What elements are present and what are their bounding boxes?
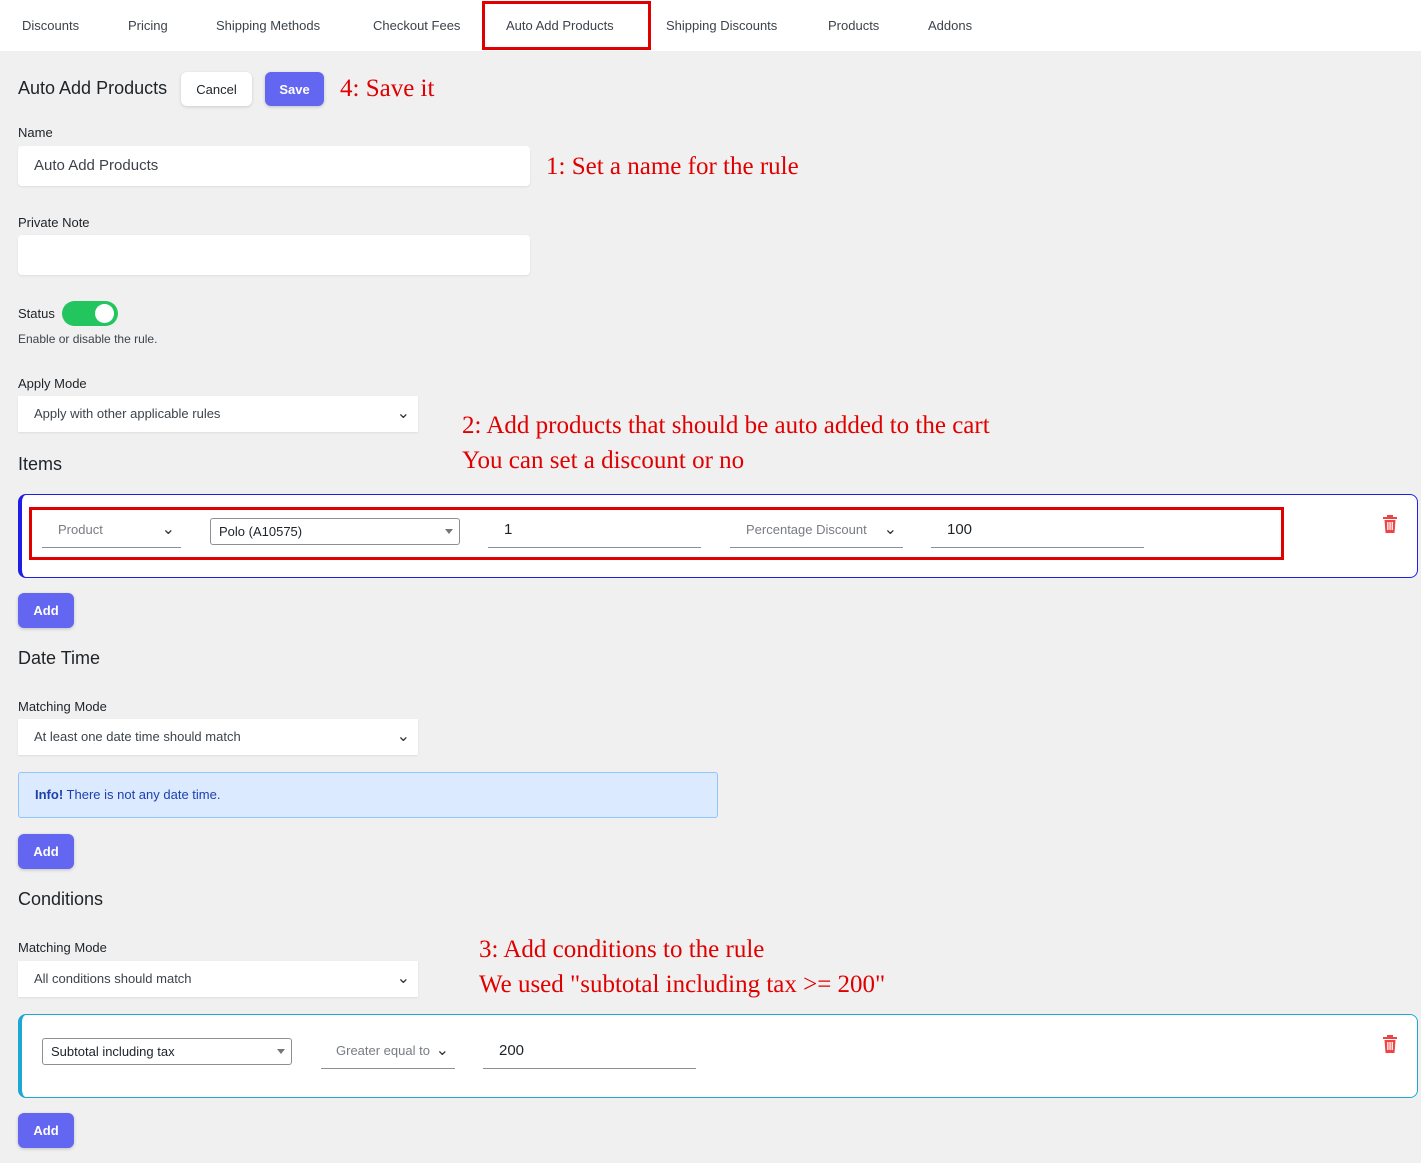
add-date-time-button[interactable]: Add [18,834,74,869]
tab-addons[interactable]: Addons [928,0,972,51]
discount-type-value: Percentage Discount [746,522,867,537]
condition-value-input[interactable]: 200 [483,1035,696,1069]
chevron-down-icon: ⌄ [161,521,175,538]
private-note-input[interactable] [18,235,530,275]
name-label: Name [18,125,53,140]
date-time-info-box: Info! There is not any date time. [18,772,718,818]
item-type-value: Product [58,522,103,537]
conditions-heading: Conditions [18,889,104,909]
condition-operator-select[interactable]: Greater equal to ⌄ [321,1035,455,1069]
status-hint: Enable or disable the rule. [18,332,158,346]
annotation-cond-2: We used "subtotal including tax >= 200" [479,971,886,998]
delete-condition-trash-icon[interactable] [1382,1035,1398,1053]
apply-mode-select[interactable]: Apply with other applicable rules ⌄ [18,396,418,432]
annotation-items-1: 2: Add products that should be auto adde… [462,412,990,439]
caret-down-icon [445,529,453,534]
save-button[interactable]: Save [265,72,324,106]
private-note-label: Private Note [18,215,90,230]
annotation-cond-1: 3: Add conditions to the rule [479,936,765,963]
info-text: There is not any date time. [66,787,221,802]
date-matching-mode-label: Matching Mode [18,699,107,714]
quantity-input[interactable]: 1 [488,514,701,548]
chevron-down-icon: ⌄ [396,405,410,422]
tab-shipping-methods[interactable]: Shipping Methods [216,0,320,51]
status-toggle[interactable] [62,301,118,326]
add-item-button[interactable]: Add [18,593,74,628]
chevron-down-icon: ⌄ [883,521,897,538]
page-title: Auto Add Products [18,78,168,98]
apply-mode-label: Apply Mode [18,376,87,391]
tab-pricing[interactable]: Pricing [128,0,168,51]
tab-products[interactable]: Products [828,0,879,51]
annotation-name: 1: Set a name for the rule [546,153,799,180]
annotation-items-2: You can set a discount or no [462,447,745,474]
toggle-knob [95,304,114,323]
conditions-matching-mode-value: All conditions should match [34,971,192,986]
top-tabs: Discounts Pricing Shipping Methods Check… [0,0,1421,51]
item-type-select[interactable]: Product ⌄ [42,514,181,548]
status-label: Status [18,306,55,321]
tab-shipping-discounts[interactable]: Shipping Discounts [666,0,777,51]
condition-field-value: Subtotal including tax [51,1044,175,1059]
condition-field-select[interactable]: Subtotal including tax [42,1038,292,1065]
discount-type-select[interactable]: Percentage Discount ⌄ [730,514,903,548]
apply-mode-value: Apply with other applicable rules [34,406,221,421]
tab-checkout-fees[interactable]: Checkout Fees [373,0,460,51]
name-input[interactable]: Auto Add Products [18,146,530,186]
date-matching-mode-select[interactable]: At least one date time should match ⌄ [18,719,418,755]
product-value: Polo (A10575) [219,524,303,539]
cancel-button[interactable]: Cancel [181,72,252,106]
items-heading: Items [18,454,63,474]
add-condition-button[interactable]: Add [18,1113,74,1148]
product-select[interactable]: Polo (A10575) [210,518,460,545]
conditions-matching-mode-select[interactable]: All conditions should match ⌄ [18,961,418,997]
conditions-matching-mode-label: Matching Mode [18,940,107,955]
condition-operator-value: Greater equal to [336,1043,430,1058]
date-time-heading: Date Time [18,648,101,668]
caret-down-icon [277,1049,285,1054]
annotation-save: 4: Save it [340,75,435,102]
delete-item-trash-icon[interactable] [1382,515,1398,533]
discount-value-input[interactable]: 100 [931,514,1144,548]
tab-discounts[interactable]: Discounts [22,0,79,51]
info-strong: Info! [35,787,64,802]
chevron-down-icon: ⌄ [396,728,410,745]
chevron-down-icon: ⌄ [396,970,410,987]
tab-auto-add-products[interactable]: Auto Add Products [506,0,614,51]
date-matching-mode-value: At least one date time should match [34,729,241,744]
chevron-down-icon: ⌄ [435,1042,449,1059]
